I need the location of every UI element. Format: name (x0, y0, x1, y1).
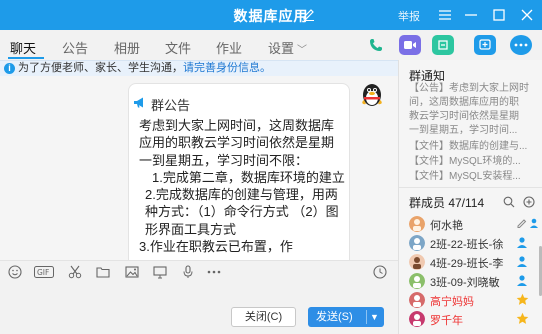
tab-settings[interactable]: 设置 ﹀ (268, 38, 307, 57)
more-tools-icon[interactable] (206, 264, 222, 280)
member-row[interactable]: 罗千年 (409, 310, 539, 330)
star-icon (516, 312, 529, 324)
screen-share-icon[interactable] (152, 264, 168, 280)
mic-icon[interactable] (180, 264, 196, 280)
announcement-bubble[interactable]: 群公告 考虑到大家上网时间，这周数据库应用的职教云学习时间依然是星期一到星期五，… (128, 83, 350, 260)
person-icon (517, 237, 527, 248)
member-row[interactable]: 何水艳 (409, 215, 539, 235)
notice-text: 为了方便老师、家长、学生沟通， (18, 62, 183, 74)
tab-album[interactable]: 相册 (114, 38, 140, 57)
member-row[interactable]: 4班-29-班长-李 (409, 253, 539, 273)
member-search-icon[interactable] (503, 196, 515, 208)
announcement-line: 1.完成第二章，数据库环境的建立 (152, 169, 345, 185)
tab-homework[interactable]: 作业 (216, 38, 242, 57)
announcement-body: 考虑到大家上网时间，这周数据库应用的职教云学习时间依然是星期一到星期五，学习时间… (139, 117, 345, 255)
history-icon[interactable] (372, 264, 388, 280)
person-icon (530, 218, 538, 228)
announcement-line: 2.完成数据库的创建与管理，用两种方式：（1）命令行方式 （2）图形界面工具方式 (145, 187, 339, 237)
title-bar: 数据库应用 举报 (0, 0, 542, 30)
chevron-down-icon: ﹀ (297, 45, 308, 56)
maximize-icon[interactable] (490, 6, 508, 24)
person-icon (517, 275, 527, 286)
avatar (409, 311, 425, 327)
group-file-item[interactable]: 【文件】MySQL安装程... (409, 170, 539, 184)
announcement-line: 3.作业在职教云已布置，作 (139, 239, 293, 255)
chevron-down-icon[interactable]: ▼ (370, 307, 379, 327)
class-app-icon[interactable] (432, 35, 454, 55)
image-icon[interactable] (124, 264, 140, 280)
avatar (409, 292, 425, 308)
tab-chat[interactable]: 聊天 (10, 38, 36, 57)
group-notice-line[interactable]: 教云学习时间依然是星期 (409, 110, 539, 124)
group-notice-line[interactable]: 【公告】考虑到大家上网时 (409, 82, 539, 96)
divider (399, 187, 542, 188)
report-link[interactable]: 举报 (398, 8, 420, 24)
tab-files[interactable]: 文件 (165, 38, 191, 57)
member-name: 2班-22-班长-徐 (430, 239, 504, 251)
send-button[interactable]: 发送(S) ▼ (308, 307, 384, 327)
avatar (409, 273, 425, 289)
send-label: 发送(S) (316, 311, 353, 323)
minimize-icon[interactable] (462, 6, 480, 24)
star-icon (516, 293, 529, 305)
group-file-item[interactable]: 【文件】MySQL环境的... (409, 155, 539, 169)
member-name: 何水艳 (430, 220, 463, 232)
video-call-icon[interactable] (399, 35, 421, 55)
member-name: 罗千年 (430, 315, 463, 327)
member-row[interactable]: 3班-09-刘晓敏 (409, 272, 539, 292)
scissors-icon[interactable] (67, 264, 83, 280)
group-notice-line[interactable]: 一到星期五，学习时间... (409, 124, 539, 138)
add-member-icon[interactable] (523, 196, 535, 208)
svg-text:GIF: GIF (37, 268, 49, 277)
window-title: 数据库应用 (233, 8, 309, 24)
active-tab-indicator (8, 57, 44, 59)
chat-area[interactable]: 群公告 考虑到大家上网时间，这周数据库应用的职教云学习时间依然是星期一到星期五，… (0, 76, 398, 260)
penguin-avatar-icon[interactable] (358, 80, 386, 108)
folder-icon[interactable] (95, 264, 111, 280)
gif-icon[interactable]: GIF (34, 264, 54, 280)
tab-announcement[interactable]: 公告 (62, 38, 88, 57)
identity-notice: i 为了方便老师、家长、学生沟通，请完善身份信息。 (0, 60, 398, 76)
member-name: 高宁妈妈 (430, 296, 474, 308)
avatar (409, 216, 425, 232)
avatar (409, 254, 425, 270)
megaphone-icon (134, 97, 143, 108)
phone-call-icon[interactable] (365, 35, 387, 55)
close-icon[interactable] (518, 6, 536, 24)
member-count-title: 群成员 47/114 (409, 196, 485, 210)
add-app-icon[interactable] (474, 35, 496, 55)
info-icon: i (4, 63, 15, 74)
right-panel: 群通知 【公告】考虑到大家上网时 间，这周数据库应用的职 教云学习时间依然是星期… (398, 60, 542, 334)
avatar (409, 235, 425, 251)
tab-settings-label: 设置 (268, 41, 295, 56)
emoji-icon[interactable] (7, 264, 23, 280)
announcement-line: 考虑到大家上网时间，这周数据库应用的职教云学习时间依然是星期一到星期五，学习时间… (139, 118, 335, 168)
pencil-icon (517, 219, 527, 228)
complete-identity-link[interactable]: 请完善身份信息。 (183, 62, 271, 74)
member-name: 4班-29-班长-李 (430, 258, 504, 270)
member-row[interactable]: 高宁妈妈 (409, 291, 539, 311)
member-row[interactable]: 2班-22-班长-徐 (409, 234, 539, 254)
person-icon (517, 256, 527, 267)
edit-icon[interactable] (302, 7, 316, 21)
member-name: 3班-09-刘晓敏 (430, 277, 500, 289)
close-button[interactable]: 关闭(C) (231, 307, 296, 327)
announcement-header: 群公告 (151, 98, 191, 113)
menu-icon[interactable] (436, 6, 454, 24)
group-file-item[interactable]: 【文件】数据库的创建与... (409, 140, 539, 154)
group-notice-line[interactable]: 间，这周数据库应用的职 (409, 96, 539, 110)
send-divider (366, 310, 367, 324)
more-icon[interactable] (510, 35, 532, 55)
tab-bar: 聊天 公告 相册 文件 作业 设置 ﹀ (0, 30, 542, 60)
